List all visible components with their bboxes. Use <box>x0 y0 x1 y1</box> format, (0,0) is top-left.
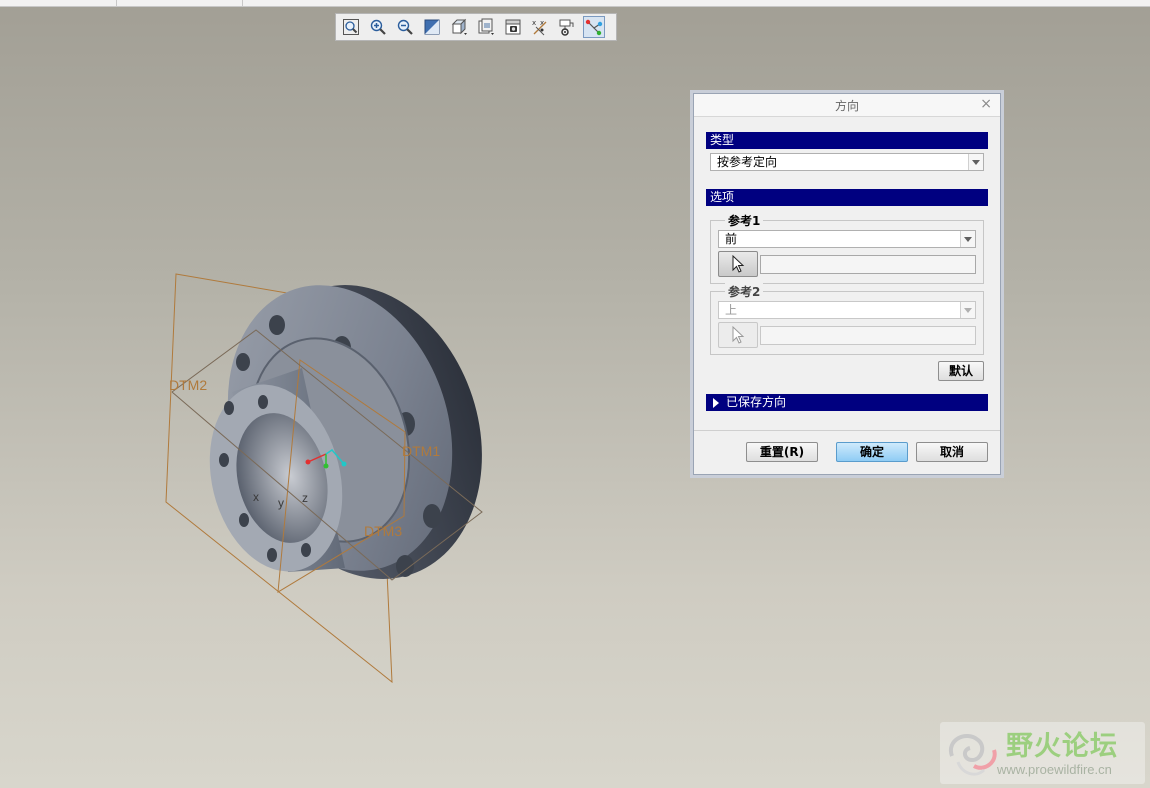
type-section-header: 类型 <box>706 132 988 149</box>
wildfire-logo-icon <box>948 734 997 776</box>
type-dropdown-value: 按参考定向 <box>717 155 778 169</box>
saved-views-icon <box>478 18 494 35</box>
zoom-in-button[interactable] <box>367 16 389 38</box>
reference2-value: 上 <box>725 303 738 317</box>
dialog-separator <box>694 430 1000 431</box>
reference1-value: 前 <box>725 232 738 246</box>
view-manager-button[interactable] <box>502 16 524 38</box>
cancel-button[interactable]: 取消 <box>916 442 988 462</box>
display-style-button[interactable] <box>448 16 470 38</box>
reference2-collector[interactable] <box>760 326 976 345</box>
dialog-titlebar[interactable]: 方向 × <box>694 94 1000 117</box>
orient-button[interactable] <box>583 16 605 38</box>
datum-label-dtm1: DTM1 <box>402 443 440 459</box>
reference1-dropdown[interactable]: 前 <box>718 230 976 248</box>
shaded-cube-icon <box>451 18 467 35</box>
datum-planes-icon: xx <box>532 19 547 36</box>
zoom-fit-icon <box>343 19 359 35</box>
reference1-collector[interactable] <box>760 255 976 274</box>
csys-label-x: x <box>253 490 259 504</box>
reference2-dropdown[interactable]: 上 <box>718 301 976 319</box>
csys-label-y: y <box>278 496 284 510</box>
triangle-right-icon <box>713 398 719 408</box>
type-dropdown[interactable]: 按参考定向 <box>710 153 984 171</box>
ok-button[interactable]: 确定 <box>836 442 908 462</box>
zoom-out-button[interactable] <box>394 16 416 38</box>
repaint-button[interactable] <box>421 16 443 38</box>
watermark-title: 野火论坛 <box>1006 731 1118 762</box>
view-toolbar: xx <box>335 13 617 41</box>
datum-label-dtm2: DTM2 <box>169 377 207 393</box>
reference1-group: 参考1 前 <box>710 212 984 284</box>
zoom-in-icon <box>370 19 386 35</box>
reset-button[interactable]: 重置(R) <box>746 442 818 462</box>
datum-label-dtm3: DTM3 <box>364 523 402 539</box>
repaint-icon <box>424 19 440 35</box>
zoom-out-icon <box>397 19 413 35</box>
refit-button[interactable] <box>340 16 362 38</box>
chevron-down-icon[interactable] <box>968 154 983 170</box>
forum-watermark: 野火论坛 www.proewildfire.cn <box>940 722 1145 784</box>
annotation-display-icon <box>559 19 574 36</box>
reference2-group: 参考2 上 <box>710 283 984 355</box>
default-button[interactable]: 默认 <box>938 361 984 381</box>
orient-icon <box>585 19 603 36</box>
reference1-label: 参考1 <box>725 212 764 229</box>
reference2-label: 参考2 <box>725 283 764 300</box>
chevron-down-icon[interactable] <box>960 302 975 318</box>
datum-display-button[interactable]: xx <box>529 16 551 38</box>
dialog-title: 方向 <box>834 99 859 113</box>
saved-views-expander[interactable]: 已保存方向 <box>706 394 988 411</box>
cursor-arrow-icon <box>732 255 745 273</box>
view-manager-icon <box>505 19 521 35</box>
reference2-select-button[interactable] <box>718 322 758 348</box>
close-icon[interactable]: × <box>980 96 992 112</box>
saved-views-label: 已保存方向 <box>726 395 787 409</box>
csys-label-z: z <box>302 491 308 505</box>
orientation-dialog: 方向 × 类型 按参考定向 选项 参考1 前 参考2 上 默认 已保存方向 重置… <box>693 93 1001 475</box>
chevron-down-icon[interactable] <box>960 231 975 247</box>
options-section-header: 选项 <box>706 189 988 206</box>
svg-text:x: x <box>532 19 536 27</box>
reference1-select-button[interactable] <box>718 251 758 277</box>
watermark-url: www.proewildfire.cn <box>997 762 1112 777</box>
cursor-arrow-icon <box>732 326 745 344</box>
annotation-display-button[interactable] <box>556 16 578 38</box>
saved-views-button[interactable] <box>475 16 497 38</box>
